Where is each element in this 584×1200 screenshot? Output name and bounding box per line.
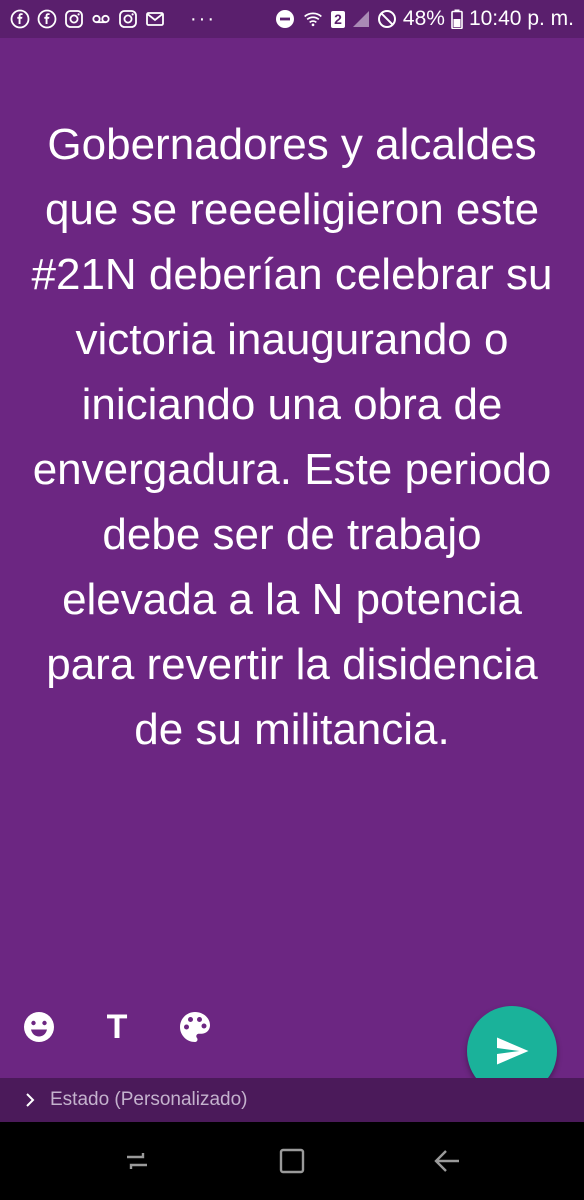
battery-percent: 48%: [402, 7, 445, 30]
overflow-indicator: ···: [190, 7, 216, 30]
home-button[interactable]: [272, 1141, 312, 1181]
caption-bar: [0, 1078, 584, 1122]
caption-input[interactable]: [48, 1088, 452, 1112]
facebook-icon: [10, 9, 30, 29]
sim-badge: 2: [331, 10, 345, 28]
back-button[interactable]: [427, 1141, 467, 1181]
send-icon: [497, 1037, 529, 1065]
editor-toolbar: T: [20, 1008, 214, 1046]
gmail-icon: [145, 9, 165, 29]
instagram-icon: [118, 9, 138, 29]
no-sim-icon: [377, 9, 397, 29]
facebook-icon: [37, 9, 57, 29]
do-not-disturb-icon: [275, 9, 295, 29]
recent-apps-icon: [127, 1153, 148, 1169]
palette-icon[interactable]: [176, 1008, 214, 1046]
instagram-icon: [64, 9, 84, 29]
font-style-button[interactable]: T: [98, 1008, 136, 1046]
back-arrow-icon: [433, 1150, 459, 1172]
voicemail-icon: [91, 9, 111, 29]
signal-icon: [351, 9, 371, 29]
recent-apps-button[interactable]: [117, 1141, 157, 1181]
clock: 10:40 p. m.: [468, 7, 574, 30]
status-text[interactable]: Gobernadores y alcaldes que se reeeeligi…: [20, 112, 564, 762]
system-icons: 2 48% 10:40 p. m.: [275, 7, 574, 31]
battery-icon: [451, 9, 463, 29]
navigation-bar: [0, 1122, 584, 1200]
wifi-icon: [301, 9, 325, 29]
chevron-right-icon[interactable]: [22, 1092, 38, 1108]
home-icon: [279, 1148, 305, 1174]
status-bar: ··· 2 48% 10:40 p. m.: [0, 0, 584, 38]
notification-icons: ···: [10, 8, 216, 31]
emoji-icon[interactable]: [20, 1008, 58, 1046]
